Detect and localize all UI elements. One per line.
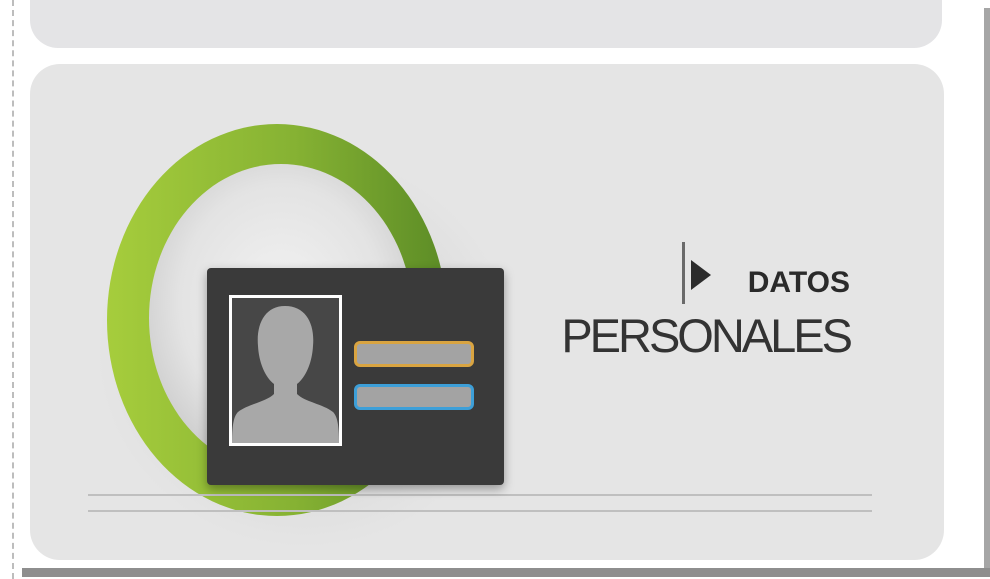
photo-frame xyxy=(229,295,342,446)
dashed-border xyxy=(12,0,14,579)
section-label[interactable]: DATOS PERSONALES xyxy=(540,240,853,370)
name-field-bar xyxy=(354,341,474,367)
id-card-icon xyxy=(207,268,504,485)
divider-line xyxy=(88,510,872,512)
page-frame: DATOS PERSONALES xyxy=(0,0,990,579)
label-divider xyxy=(682,242,685,304)
play-arrow-icon xyxy=(691,260,711,290)
frame-shadow-bottom xyxy=(22,568,990,577)
section-title-prefix: DATOS xyxy=(747,266,850,299)
frame-shadow-right xyxy=(984,8,990,577)
divider-line xyxy=(88,494,872,496)
section-title-main: PERSONALES xyxy=(561,309,853,362)
detail-field-bar xyxy=(354,384,474,410)
previous-section-card[interactable] xyxy=(30,0,942,48)
person-silhouette-icon xyxy=(232,298,339,443)
